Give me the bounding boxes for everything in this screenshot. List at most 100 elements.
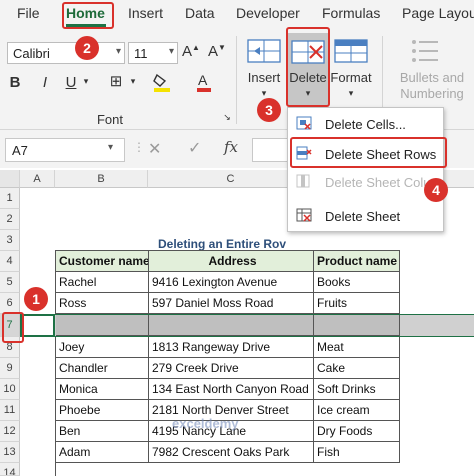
chevron-down-icon: ▾: [168, 46, 174, 57]
row-header[interactable]: 14: [0, 463, 20, 476]
watermark: exceldemy: [172, 416, 239, 431]
table-cell[interactable]: Phoebe: [56, 400, 149, 421]
row-header[interactable]: 12: [0, 421, 20, 442]
chevron-down-icon[interactable]: ▾: [108, 142, 113, 153]
table-header: Product name: [314, 251, 400, 272]
menu-item-delete-sheet[interactable]: Delete Sheet: [288, 204, 445, 228]
table-cell[interactable]: 597 Daniel Moss Road: [149, 293, 314, 314]
font-size-dropdown[interactable]: 11 ▾: [128, 42, 178, 64]
decrease-font-icon[interactable]: A▼: [208, 43, 226, 60]
table-cell[interactable]: Ben: [56, 421, 149, 442]
delete-sheet-icon: [296, 208, 312, 222]
sheet-title: Deleting an Entire Rov: [158, 237, 287, 251]
table-cell[interactable]: Dry Foods: [314, 421, 400, 442]
table-header: Address: [149, 251, 314, 272]
svg-text:A: A: [198, 72, 208, 88]
table-cell[interactable]: [56, 315, 149, 336]
highlight-delete-button: [286, 27, 330, 107]
highlight-row-7: [2, 312, 24, 343]
function-icon[interactable]: fx: [224, 138, 238, 156]
table-cell[interactable]: 7982 Crescent Oaks Park: [149, 442, 314, 463]
italic-icon[interactable]: I: [37, 74, 53, 91]
table-cell[interactable]: Soft Drinks: [314, 379, 400, 400]
row-header[interactable]: 10: [0, 379, 20, 400]
table-cell[interactable]: Chandler: [56, 358, 149, 379]
menu-item-label: Delete Sheet: [325, 209, 401, 224]
insert-button[interactable]: Insert: [244, 70, 284, 85]
row-header[interactable]: 6: [0, 293, 20, 314]
tab-insert[interactable]: Insert: [128, 5, 163, 21]
format-button[interactable]: Format: [328, 70, 374, 85]
borders-icon[interactable]: ⊞: [106, 72, 126, 90]
row-header[interactable]: 2: [0, 209, 20, 230]
table-cell[interactable]: Adam: [56, 442, 149, 463]
tab-developer[interactable]: Developer: [236, 5, 300, 21]
callout-badge-4: 4: [424, 178, 448, 202]
table-cell[interactable]: 134 East North Canyon Road: [149, 379, 314, 400]
row-header[interactable]: 1: [0, 188, 20, 209]
highlight-delete-sheet-rows: [290, 137, 447, 168]
fill-color-icon[interactable]: [152, 72, 172, 96]
table-cell[interactable]: 9416 Lexington Avenue: [149, 272, 314, 293]
column-header-a[interactable]: A: [20, 170, 55, 188]
tab-page-layout[interactable]: Page Layou: [402, 5, 474, 21]
table-cell[interactable]: Books: [314, 272, 400, 293]
table-cell[interactable]: 1813 Rangeway Drive: [149, 337, 314, 358]
dialog-launcher-icon[interactable]: ↘: [222, 112, 232, 123]
tab-data[interactable]: Data: [185, 5, 215, 21]
font-name-dropdown[interactable]: Calibri ▾: [7, 42, 125, 64]
enter-icon[interactable]: ✓: [188, 138, 201, 158]
bold-icon[interactable]: B: [7, 74, 23, 91]
select-all-corner[interactable]: [0, 170, 20, 188]
bullets-label: Bullets and: [399, 70, 465, 85]
tab-file[interactable]: File: [17, 5, 40, 21]
font-color-icon[interactable]: A: [196, 72, 212, 96]
bullets-icon[interactable]: [410, 36, 440, 68]
table-cell[interactable]: Ross: [56, 293, 149, 314]
chevron-down-icon[interactable]: ▾: [81, 76, 91, 87]
table-cell[interactable]: 279 Creek Drive: [149, 358, 314, 379]
menu-item-delete-cells[interactable]: Delete Cells...: [288, 112, 445, 136]
column-header-b[interactable]: B: [55, 170, 148, 188]
table-cell[interactable]: Fruits: [314, 293, 400, 314]
row-header[interactable]: 4: [0, 251, 20, 272]
drag-handle-icon[interactable]: ⋮: [133, 140, 145, 154]
table-cell[interactable]: Cake: [314, 358, 400, 379]
table-cell[interactable]: Meat: [314, 337, 400, 358]
underline-icon[interactable]: U: [63, 74, 79, 91]
highlight-home-tab: [62, 2, 114, 29]
table-cell[interactable]: Rachel: [56, 272, 149, 293]
chevron-down-icon[interactable]: ▾: [128, 76, 138, 87]
chevron-down-icon[interactable]: ▾: [343, 88, 359, 99]
numbering-label: Numbering: [400, 86, 464, 101]
row-header[interactable]: 3: [0, 230, 20, 251]
row-header[interactable]: 5: [0, 272, 20, 293]
row-header[interactable]: 13: [0, 442, 20, 463]
delete-columns-icon: [296, 174, 312, 188]
table-cell[interactable]: Fish: [314, 442, 400, 463]
menu-item-delete-sheet-columns[interactable]: Delete Sheet Colu: [288, 170, 445, 194]
formula-input[interactable]: [252, 138, 292, 162]
delete-cells-icon: [296, 116, 312, 130]
table-cell[interactable]: Monica: [56, 379, 149, 400]
insert-cells-icon[interactable]: [246, 36, 282, 70]
tab-formulas[interactable]: Formulas: [322, 5, 380, 21]
increase-font-icon[interactable]: A▲: [182, 43, 200, 60]
table-cell[interactable]: Ice cream: [314, 400, 400, 421]
font-size-value: 11: [134, 46, 148, 61]
callout-badge-3: 3: [257, 98, 281, 122]
row-header[interactable]: 11: [0, 400, 20, 421]
table-cell[interactable]: Joey: [56, 337, 149, 358]
table-cell[interactable]: [314, 315, 400, 336]
row-header[interactable]: 9: [0, 358, 20, 379]
format-cells-icon[interactable]: [333, 36, 369, 70]
delete-dropdown-menu: Delete Cells... Delete Sheet Rows Delete…: [287, 107, 444, 232]
chevron-down-icon: ▾: [115, 46, 121, 57]
active-cell-a7[interactable]: [20, 314, 55, 337]
name-box[interactable]: A7: [5, 138, 125, 162]
table-header: Customer name: [56, 251, 149, 272]
callout-badge-1: 1: [24, 287, 48, 311]
cancel-icon[interactable]: ✕: [148, 139, 161, 159]
font-name-value: Calibri: [13, 46, 50, 61]
table-cell[interactable]: [149, 315, 314, 336]
